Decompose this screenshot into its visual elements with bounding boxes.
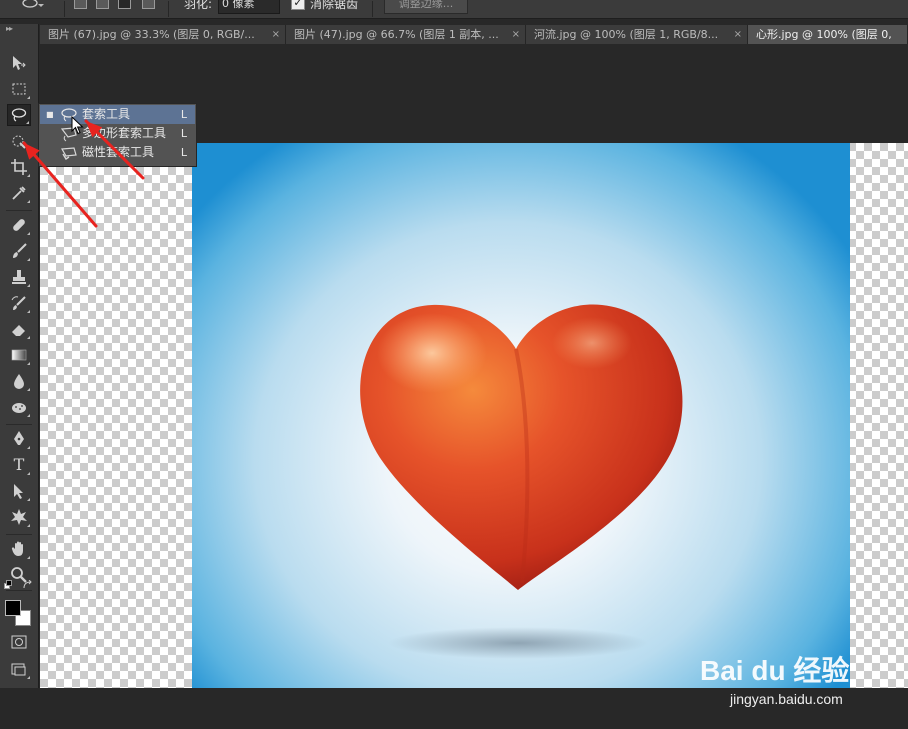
screen-mode-button[interactable] (7, 658, 31, 680)
lasso-tools-flyout: ■ 套索工具 L 多边形套索工具 L 磁性套索工具 L (38, 103, 197, 167)
eraser-icon (12, 325, 25, 336)
heart-image (360, 304, 683, 659)
arrow-icon (14, 484, 23, 499)
eraser-tool[interactable] (7, 318, 31, 340)
clone-stamp-tool[interactable] (7, 266, 31, 288)
flyout-item-label: 套索工具 (82, 107, 131, 121)
type-icon: T (13, 455, 25, 474)
flyout-item-label: 磁性套索工具 (82, 145, 155, 159)
tab-label: 图片 (67).jpg @ 33.3% (图层 0, RGB/... (48, 28, 255, 41)
close-icon[interactable]: × (512, 25, 520, 44)
selected-bullet-icon: ■ (46, 110, 54, 119)
sponge-icon (12, 403, 26, 413)
hand-tool[interactable] (7, 538, 31, 560)
document-tab[interactable]: 图片 (67).jpg @ 33.3% (图层 0, RGB/... × (40, 25, 286, 44)
flyout-item-polygonal-lasso[interactable]: 多边形套索工具 L (40, 124, 195, 143)
document-tab-active[interactable]: 心形.jpg @ 100% (图层 0, (748, 25, 908, 44)
quick-selection-tool[interactable] (7, 130, 31, 152)
close-icon[interactable]: × (272, 25, 280, 44)
shape-tool[interactable] (7, 506, 31, 528)
tab-label: 河流.jpg @ 100% (图层 1, RGB/8... (534, 28, 719, 41)
feather-label: 羽化: (184, 0, 213, 11)
move-icon (13, 56, 26, 70)
antialias-checkbox[interactable]: ✓ (291, 0, 305, 10)
document-canvas[interactable] (192, 143, 850, 688)
mouse-cursor-icon (71, 116, 84, 135)
swap-colors-icon[interactable] (22, 580, 34, 590)
toolbox-grip-icon[interactable]: ▸▸ (6, 24, 13, 33)
blur-tool[interactable] (7, 370, 31, 392)
move-tool[interactable] (7, 52, 31, 74)
flyout-item-label: 多边形套索工具 (82, 126, 167, 140)
brush-tool[interactable] (7, 240, 31, 262)
document-tab[interactable]: 图片 (47).jpg @ 66.7% (图层 1 副本, ... × (286, 25, 526, 44)
lasso-preset-icon[interactable] (22, 0, 44, 15)
healing-brush-tool[interactable] (7, 214, 31, 236)
magnetic-lasso-icon (61, 147, 77, 160)
quick-mask-button[interactable] (7, 631, 31, 653)
drop-icon (14, 374, 24, 389)
hand-icon (11, 541, 23, 556)
quick-select-icon (12, 135, 26, 149)
eyedropper-tool[interactable] (7, 182, 31, 204)
watermark: Bai du 经验 jingyan.baidu.com (700, 639, 900, 729)
new-selection-mode-icon[interactable] (74, 0, 87, 9)
feather-input[interactable]: 0 像素 (218, 0, 280, 14)
gradient-tool[interactable] (7, 344, 31, 366)
refine-edge-button[interactable]: 调整边缘... (384, 0, 468, 14)
flyout-item-lasso[interactable]: ■ 套索工具 L (40, 105, 195, 124)
brush-icon (13, 243, 27, 258)
flyout-item-shortcut: L (180, 146, 187, 159)
rect-marquee-icon (12, 83, 26, 95)
flyout-item-shortcut: L (180, 108, 187, 121)
type-tool[interactable]: T (7, 454, 31, 476)
antialias-label: 消除锯齿 (310, 0, 359, 11)
document-tab-bar: 图片 (67).jpg @ 33.3% (图层 0, RGB/... × 图片 … (40, 25, 908, 44)
lasso-tool[interactable] (7, 104, 31, 126)
stamp-icon (12, 270, 26, 284)
close-icon[interactable]: × (734, 25, 742, 44)
default-colors-icon[interactable] (4, 580, 16, 590)
crop-tool[interactable] (7, 156, 31, 178)
history-brush-icon (11, 296, 26, 310)
tab-label: 图片 (47).jpg @ 66.7% (图层 1 副本, ... (294, 28, 499, 41)
subtract-selection-mode-icon[interactable] (118, 0, 131, 9)
quick-mask-icon (11, 635, 27, 649)
flyout-item-magnetic-lasso[interactable]: 磁性套索工具 L (40, 143, 195, 162)
crop-icon (11, 159, 27, 175)
document-tab[interactable]: 河流.jpg @ 100% (图层 1, RGB/8... × (526, 25, 748, 44)
eyedropper-icon (12, 186, 26, 200)
dodge-tool[interactable] (7, 396, 31, 418)
pen-icon (14, 431, 24, 445)
screen-mode-icon (11, 663, 26, 676)
bandage-icon (13, 219, 25, 231)
add-selection-mode-icon[interactable] (96, 0, 109, 9)
tab-label: 心形.jpg @ 100% (图层 0, (756, 28, 892, 41)
options-bar: 羽化: 0 像素 ✓ 消除锯齿 调整边缘... (0, 0, 908, 19)
gradient-icon (11, 349, 27, 361)
custom-shape-icon (11, 509, 27, 525)
path-selection-tool[interactable] (7, 480, 31, 502)
flyout-item-shortcut: L (180, 127, 187, 140)
marquee-tool[interactable] (7, 78, 31, 100)
pen-tool[interactable] (7, 428, 31, 450)
history-brush-tool[interactable] (7, 292, 31, 314)
intersect-selection-mode-icon[interactable] (142, 0, 155, 9)
toolbox: ▸▸ T (0, 24, 39, 688)
foreground-color-swatch[interactable] (5, 600, 21, 616)
watermark-brand: Bai du 经验 (700, 655, 850, 686)
watermark-url: jingyan.baidu.com (730, 691, 843, 707)
